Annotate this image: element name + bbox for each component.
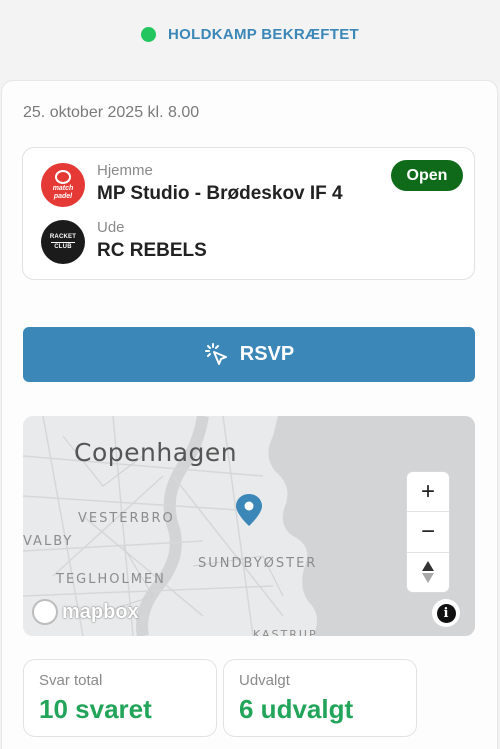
map-label-kastrup: KASTRUP [253, 628, 318, 636]
zoom-in-button[interactable]: + [407, 472, 449, 513]
map-label-vesterbro: VESTERBRO [78, 511, 175, 526]
status-banner: HOLDKAMP BEKRÆFTET [0, 18, 500, 50]
selected-label: Udvalgt [239, 672, 290, 689]
open-status-badge: Open [391, 160, 463, 191]
selected-card: Udvalgt 6 udvalgt [223, 659, 417, 737]
home-team-logo: match padel [41, 163, 85, 207]
match-date: 25. oktober 2025 kl. 8.00 [23, 104, 200, 121]
map-label-valby: VALBY [23, 534, 74, 549]
status-text: HOLDKAMP BEKRÆFTET [168, 25, 359, 43]
location-pin-icon[interactable] [235, 493, 263, 527]
mapbox-mark-icon [32, 599, 58, 625]
home-team-name: MP Studio - Brødeskov IF 4 [97, 183, 343, 204]
selected-value: 6 udvalgt [239, 694, 354, 724]
away-team-logo: RACKET CLUB [41, 220, 85, 264]
compass-button[interactable] [407, 553, 449, 592]
mapbox-wordmark: mapbox [62, 600, 139, 623]
status-dot [141, 26, 157, 42]
rsvp-button[interactable]: RSVP [23, 327, 475, 382]
cursor-click-icon [204, 342, 227, 365]
responses-total-value: 10 svaret [39, 694, 152, 724]
away-role-label: Ude [97, 219, 125, 236]
responses-total-label: Svar total [39, 672, 103, 689]
responses-total-card: Svar total 10 svaret [23, 659, 217, 737]
info-icon: i [436, 603, 456, 623]
map-label-teglholmen: TEGLHOLMEN [56, 572, 166, 587]
rsvp-label: RSVP [239, 343, 295, 365]
zoom-out-button[interactable]: − [407, 512, 449, 553]
mapbox-logo: mapbox [32, 599, 139, 625]
map-zoom-controls: + − [407, 472, 449, 592]
map-label-sundbyoster: SUNDBYØSTER [198, 556, 318, 571]
away-team-name: RC REBELS [97, 240, 207, 261]
map-info-button[interactable]: i [432, 599, 460, 627]
map-city-label: Copenhagen [74, 438, 238, 467]
map-view[interactable]: Copenhagen VESTERBRO VALBY SUNDBYØSTER T… [23, 416, 475, 636]
padel-ball-icon [55, 169, 71, 184]
compass-icon [422, 561, 434, 584]
home-role-label: Hjemme [97, 162, 153, 179]
